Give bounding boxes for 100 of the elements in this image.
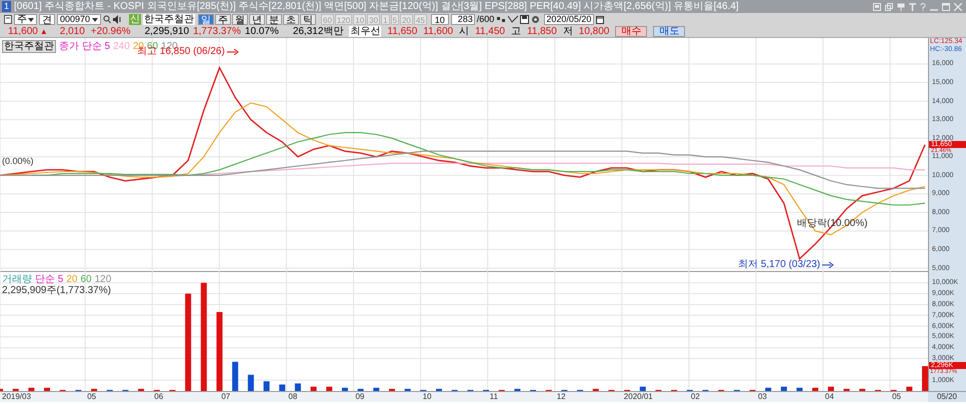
percent-marker: (0.00%) <box>2 156 34 166</box>
period-tab[interactable]: 월 <box>232 14 248 25</box>
legend-item: 240 <box>113 41 130 52</box>
axis-label: 03 <box>758 392 767 402</box>
volume-bar <box>138 388 144 391</box>
volume-bar <box>373 388 380 391</box>
caret-icon <box>92 18 98 22</box>
volume-bar <box>640 386 646 391</box>
volume-bar <box>780 386 787 391</box>
axis-label: 2020/01 <box>624 392 653 402</box>
axis-label: 05 <box>87 392 96 402</box>
axis-label: 02 <box>690 392 700 402</box>
trend-icon[interactable] <box>508 15 518 24</box>
volume-bar <box>294 383 301 391</box>
axis-label: 05/20 <box>936 392 958 402</box>
legend-item: 60 <box>80 274 92 285</box>
axis-label: 10 <box>422 392 432 402</box>
bid-price: 11,600 <box>423 26 454 37</box>
volume-bar <box>436 388 442 391</box>
volume-bar <box>12 388 19 391</box>
date-field[interactable]: 2020/05/20 <box>544 14 594 25</box>
period-tab[interactable]: 분 <box>266 14 282 25</box>
low-price: 10,800 <box>578 26 610 37</box>
axis-label: 06 <box>154 392 164 402</box>
volume-bar <box>592 388 599 391</box>
volume-bar <box>844 388 850 391</box>
view-button[interactable]: 견 <box>39 14 55 25</box>
volume-bar <box>264 381 270 391</box>
volume-bar <box>812 388 818 391</box>
arrow-icon <box>226 48 239 54</box>
caret-icon <box>28 18 34 22</box>
volume-bar <box>28 388 34 391</box>
volume-bar <box>828 386 834 391</box>
period-tab[interactable]: 틱 <box>300 14 316 25</box>
count-field[interactable]: 283 <box>450 14 475 25</box>
legend-item: 120 <box>94 274 112 285</box>
axis-label: 04 <box>825 392 834 402</box>
open-price: 11,450 <box>475 26 505 37</box>
current-price: 11,600 <box>8 26 38 37</box>
volume-bar <box>765 388 772 391</box>
period-tab[interactable]: 주 <box>215 14 231 25</box>
label: 고 <box>510 26 521 37</box>
axis-label: 12 <box>556 392 566 402</box>
volume-bar <box>906 386 912 391</box>
save-icon[interactable] <box>520 15 530 24</box>
volume-bar <box>232 362 238 391</box>
volume-bar <box>388 388 395 391</box>
window-title: [0601] 주식종합차트 - KOSPI 외국인보유[285(천)] 주식수[22,801(천)] 액면[500] 자본금[120(억)] 결산[3월] EPS[288] PER[40.49] 시가총액[2,656(억)] 유통비율[46.4] <box>14 0 740 13</box>
price-change: 2,010 <box>60 26 85 37</box>
interval-dropdown[interactable]: 10 <box>430 14 449 25</box>
label: 시 <box>459 26 470 37</box>
chart-tool-icon[interactable] <box>496 15 506 24</box>
new-badge: 신 <box>129 14 141 25</box>
period-tab[interactable]: 년 <box>249 14 265 25</box>
label: 최우선 <box>349 26 382 37</box>
volume-bar <box>91 388 98 391</box>
axis-label: 2019/03 <box>2 392 31 402</box>
volume-ratio: 1,773.37% <box>193 26 241 37</box>
period-tab[interactable]: 일 <box>198 14 214 25</box>
volume-bar <box>859 388 866 391</box>
volume-bar <box>514 388 520 391</box>
ask-price: 11,650 <box>387 26 418 37</box>
settings-icon[interactable] <box>531 15 540 24</box>
volume-bar <box>279 384 286 391</box>
sell-button[interactable]: 매도 <box>653 26 686 37</box>
change-percent: +20.96% <box>90 26 131 37</box>
legend-item: 단순 5 <box>35 274 64 285</box>
low-price-marker: 최저 5,170 (03/23) <box>738 259 820 270</box>
count-max: /600 <box>476 14 494 25</box>
volume-bar <box>404 388 411 391</box>
trade-amount: 26,312백만 <box>292 26 344 37</box>
volume-text: 2,295,909주(1,773.37%) <box>2 285 111 296</box>
volume-bar <box>248 374 254 391</box>
axis-label: 09 <box>355 392 364 402</box>
volume-bar <box>796 388 803 391</box>
code-field[interactable]: 000970 <box>57 14 101 25</box>
speaker-icon[interactable] <box>113 15 123 24</box>
legend-item: 20 <box>66 274 78 285</box>
axis-label: 11 <box>490 392 498 402</box>
volume-bar <box>310 386 317 391</box>
axis-label: 05 <box>892 392 902 402</box>
volume-bar <box>342 388 348 391</box>
volume-bar <box>358 388 364 391</box>
window-number: 1 <box>2 1 12 12</box>
axis-label: 07 <box>221 392 230 402</box>
legend-item: 거래량 <box>2 274 32 285</box>
high-price: 11,850 <box>526 26 557 37</box>
axis-label: 08 <box>288 392 298 402</box>
search-icon[interactable] <box>103 15 111 24</box>
legend-item: 종가 단순 5 <box>59 41 110 52</box>
market-dropdown[interactable]: 주 <box>14 14 37 25</box>
volume-bar <box>326 386 332 391</box>
volume-value: 2,295,910 <box>144 26 190 37</box>
chart-layout-icon[interactable] <box>4 15 12 24</box>
label: 저 <box>562 26 573 37</box>
buy-button[interactable]: 매수 <box>615 26 648 37</box>
arrow-icon <box>822 262 834 268</box>
calendar-icon[interactable] <box>596 15 604 24</box>
period-tab[interactable]: 초 <box>283 14 299 25</box>
turnover-rate: 10.07% <box>244 26 279 37</box>
